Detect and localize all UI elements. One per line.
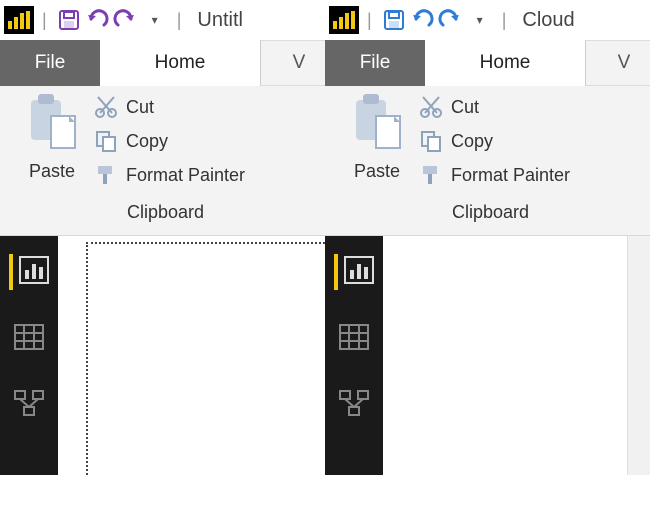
view-sidebar [325, 236, 383, 475]
cut-button[interactable]: Cut [417, 90, 570, 124]
report-canvas[interactable] [58, 236, 325, 475]
data-view-icon[interactable] [14, 324, 44, 355]
separator: | [177, 10, 182, 31]
document-title: Untitl [197, 9, 243, 32]
ribbon-group-label: Clipboard [337, 192, 644, 227]
copy-label: Copy [451, 131, 493, 152]
tab-file[interactable]: File [325, 40, 425, 86]
copy-icon [417, 129, 445, 153]
format-painter-icon [92, 163, 120, 187]
title-bar: | ▾ | Cloud [325, 0, 650, 40]
tab-home[interactable]: Home [100, 40, 261, 86]
format-painter-icon [417, 163, 445, 187]
tab-home[interactable]: Home [425, 40, 586, 86]
cut-label: Cut [451, 97, 479, 118]
copy-button[interactable]: Copy [92, 124, 245, 158]
ribbon-tabstrip: FileHomeV [325, 40, 650, 86]
save-icon[interactable] [55, 9, 83, 31]
app-logo-icon [4, 6, 34, 34]
undo-icon[interactable] [408, 9, 436, 31]
format-painter-button[interactable]: Format Painter [417, 158, 570, 192]
copy-label: Copy [126, 131, 168, 152]
tab-next-partial[interactable]: V [261, 40, 325, 86]
paste-label: Paste [337, 161, 417, 182]
copy-button[interactable]: Copy [417, 124, 570, 158]
tab-file[interactable]: File [0, 40, 100, 86]
model-view-icon[interactable] [338, 389, 370, 422]
paste-icon [337, 90, 417, 157]
view-sidebar [0, 236, 58, 475]
cut-label: Cut [126, 97, 154, 118]
cut-icon [417, 95, 445, 119]
paste-icon [12, 90, 92, 157]
report-view-icon[interactable] [19, 256, 49, 289]
redo-icon[interactable] [111, 9, 139, 31]
ribbon-tabstrip: FileHomeV [0, 40, 325, 86]
document-title: Cloud [522, 9, 574, 32]
format-painter-label: Format Painter [126, 165, 245, 186]
canvas-placeholder-outline [86, 242, 325, 475]
separator: | [367, 10, 372, 31]
paste-button[interactable]: Paste [12, 90, 92, 192]
active-view-indicator [9, 254, 13, 290]
paste-button[interactable]: Paste [337, 90, 417, 192]
active-view-indicator [334, 254, 338, 290]
undo-icon[interactable] [83, 9, 111, 31]
ribbon-clipboard-group: Paste Cut Copy Format Painter Clipboard [325, 86, 650, 236]
model-view-icon[interactable] [13, 389, 45, 422]
title-bar: | ▾ | Untitl [0, 0, 325, 40]
report-view-icon[interactable] [344, 256, 374, 289]
separator: | [502, 10, 507, 31]
tab-next-partial[interactable]: V [586, 40, 650, 86]
format-painter-button[interactable]: Format Painter [92, 158, 245, 192]
ribbon-group-label: Clipboard [12, 192, 319, 227]
data-view-icon[interactable] [339, 324, 369, 355]
format-painter-label: Format Painter [451, 165, 570, 186]
redo-icon[interactable] [436, 9, 464, 31]
vertical-scrollbar[interactable] [627, 236, 650, 475]
cut-button[interactable]: Cut [92, 90, 245, 124]
report-canvas[interactable] [383, 236, 650, 475]
ribbon-clipboard-group: Paste Cut Copy Format Painter Clipboard [0, 86, 325, 236]
dropdown-caret-icon[interactable]: ▾ [466, 13, 494, 27]
app-logo-icon [329, 6, 359, 34]
separator: | [42, 10, 47, 31]
cut-icon [92, 95, 120, 119]
save-icon[interactable] [380, 9, 408, 31]
dropdown-caret-icon[interactable]: ▾ [141, 13, 169, 27]
copy-icon [92, 129, 120, 153]
paste-label: Paste [12, 161, 92, 182]
